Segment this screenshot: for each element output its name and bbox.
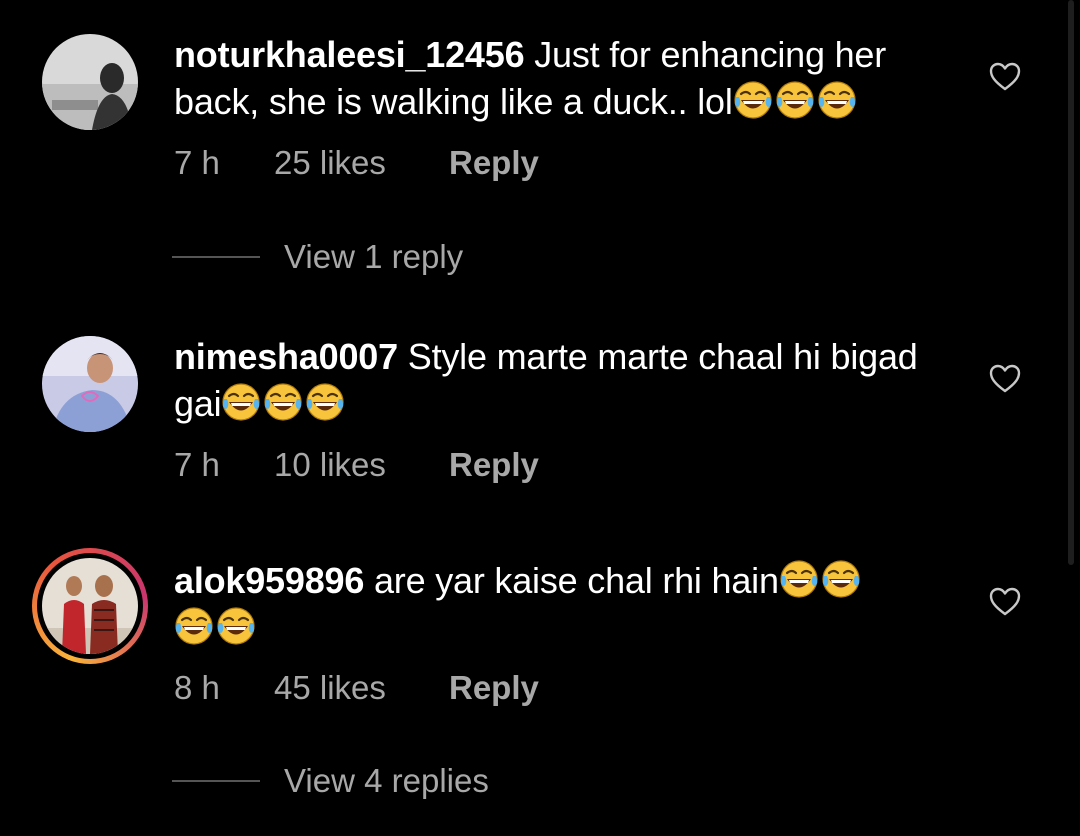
comment-time: 8 h bbox=[174, 669, 220, 706]
reply-button[interactable]: Reply bbox=[449, 144, 539, 182]
comment-likes[interactable]: 45 likes bbox=[274, 669, 449, 707]
face-with-tears-of-joy-icon bbox=[817, 80, 857, 120]
view-replies-label: View 4 replies bbox=[284, 762, 489, 799]
heart-outline-icon[interactable] bbox=[988, 585, 1022, 619]
face-with-tears-of-joy-icon bbox=[216, 606, 256, 646]
face-with-tears-of-joy-icon bbox=[821, 559, 861, 599]
comment-meta: 7 h 25 likes Reply bbox=[174, 144, 539, 182]
face-with-tears-of-joy-icon bbox=[221, 382, 261, 422]
view-replies-button[interactable]: View 4 replies bbox=[172, 762, 489, 800]
comment-body: are yar kaise chal rhi hain bbox=[373, 560, 779, 601]
heart-outline-icon[interactable] bbox=[988, 60, 1022, 94]
comment-username[interactable]: alok959896 bbox=[174, 560, 364, 601]
comment-username[interactable]: nimesha0007 bbox=[174, 336, 398, 377]
comment-time: 7 h bbox=[174, 144, 220, 181]
comment-text: nimesha0007 Style marte marte chaal hi b… bbox=[174, 333, 954, 427]
reply-button[interactable]: Reply bbox=[449, 446, 539, 484]
comment-likes[interactable]: 10 likes bbox=[274, 446, 449, 484]
divider bbox=[172, 256, 260, 258]
avatar[interactable] bbox=[42, 558, 138, 654]
face-with-tears-of-joy-icon bbox=[779, 559, 819, 599]
avatar[interactable] bbox=[42, 336, 138, 432]
face-with-tears-of-joy-icon bbox=[174, 606, 214, 646]
comment-time: 7 h bbox=[174, 446, 220, 483]
comment-meta: 8 h 45 likes Reply bbox=[174, 669, 539, 707]
comment-text: noturkhaleesi_12456 Just for enhancing h… bbox=[174, 31, 954, 125]
reply-button[interactable]: Reply bbox=[449, 669, 539, 707]
heart-outline-icon[interactable] bbox=[988, 362, 1022, 396]
comment-text: alok959896 are yar kaise chal rhi hain bbox=[174, 557, 954, 651]
comment-username[interactable]: noturkhaleesi_12456 bbox=[174, 34, 525, 75]
scrollbar[interactable] bbox=[1068, 0, 1074, 565]
view-replies-label: View 1 reply bbox=[284, 238, 464, 275]
face-with-tears-of-joy-icon bbox=[305, 382, 345, 422]
face-with-tears-of-joy-icon bbox=[733, 80, 773, 120]
view-replies-button[interactable]: View 1 reply bbox=[172, 238, 463, 276]
comment-meta: 7 h 10 likes Reply bbox=[174, 446, 539, 484]
face-with-tears-of-joy-icon bbox=[263, 382, 303, 422]
divider bbox=[172, 780, 260, 782]
comment-likes[interactable]: 25 likes bbox=[274, 144, 449, 182]
avatar[interactable] bbox=[42, 34, 138, 130]
face-with-tears-of-joy-icon bbox=[775, 80, 815, 120]
